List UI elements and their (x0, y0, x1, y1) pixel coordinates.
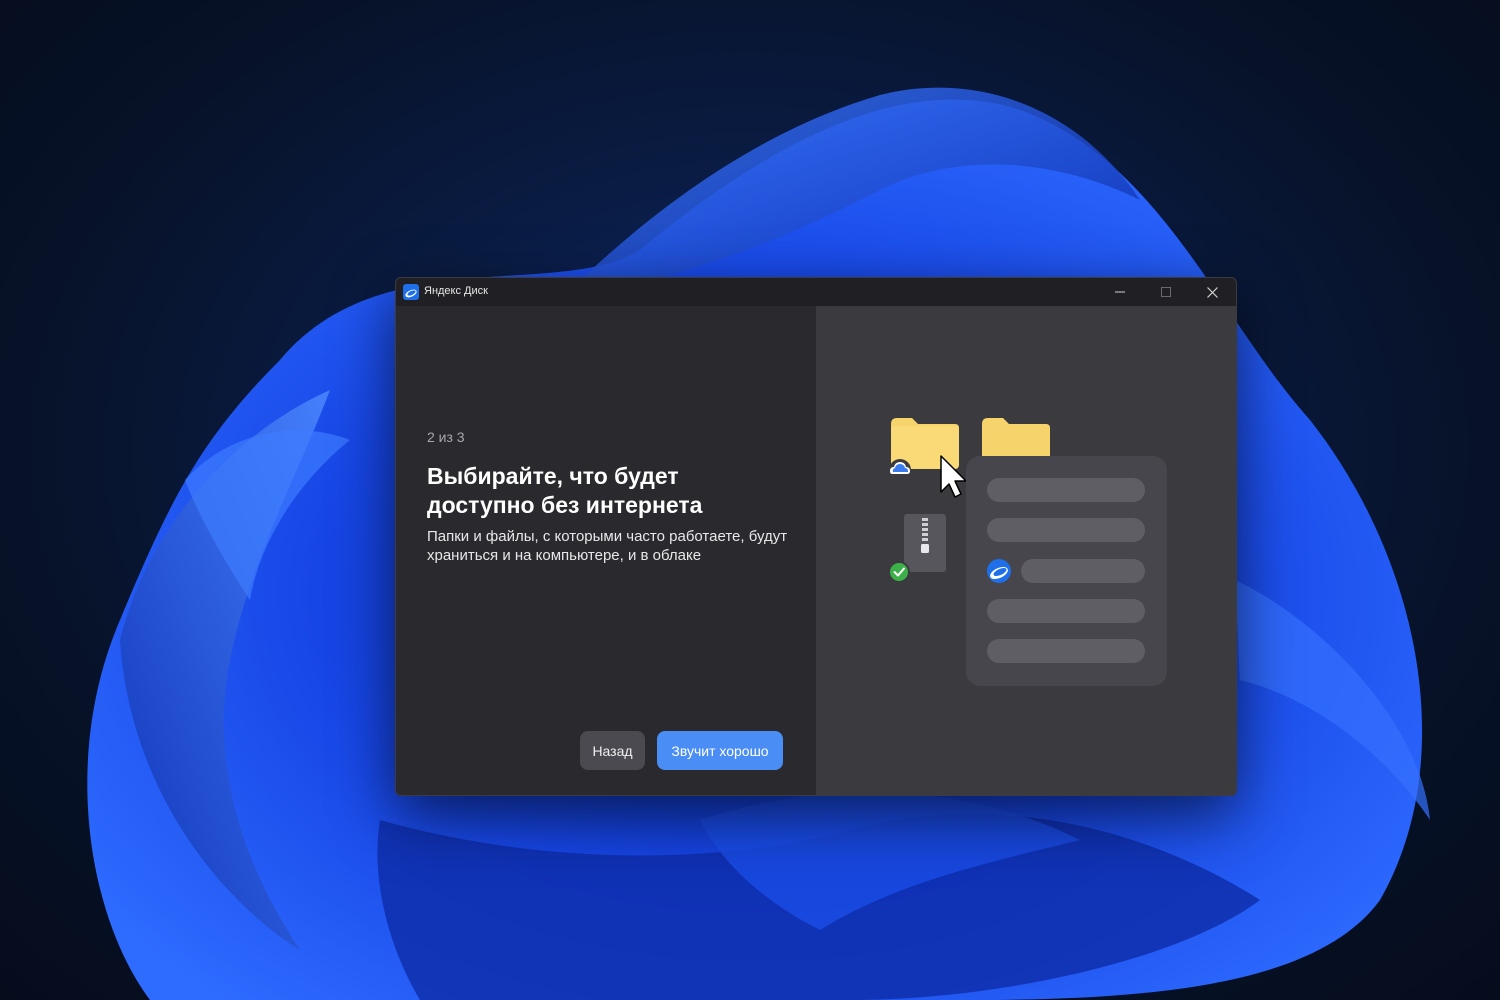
back-button[interactable]: Назад (580, 731, 645, 770)
title-bar[interactable]: Яндекс Диск (396, 278, 1236, 306)
illustration-pane (816, 306, 1236, 795)
yandex-disk-logo-icon (403, 284, 419, 300)
minimize-icon (1115, 291, 1125, 293)
close-button[interactable] (1189, 278, 1235, 306)
onboarding-text-pane: 2 из 3 Выбирайте, что будет доступно без… (396, 306, 816, 795)
folder-icon (982, 418, 1050, 456)
yandex-disk-window: Яндекс Диск 2 из 3 Выбирайте, что будет … (395, 277, 1237, 796)
offline-files-illustration (888, 418, 1167, 686)
yandex-disk-logo-icon (987, 559, 1011, 583)
cloud-badge-icon (889, 459, 911, 481)
onboarding-description: Папки и файлы, с которыми часто работает… (427, 528, 788, 564)
maximize-button[interactable] (1143, 278, 1189, 306)
minimize-button[interactable] (1097, 278, 1143, 306)
close-icon (1206, 286, 1218, 298)
maximize-icon (1161, 287, 1171, 297)
onboarding-heading: Выбирайте, что будет доступно без интерн… (427, 463, 703, 518)
file-list-card (966, 456, 1167, 686)
confirm-button[interactable]: Звучит хорошо (657, 731, 783, 770)
window-title: Яндекс Диск (424, 285, 488, 297)
synced-check-icon (888, 561, 910, 583)
archive-file-icon (904, 514, 946, 572)
step-indicator: 2 из 3 (427, 429, 465, 445)
